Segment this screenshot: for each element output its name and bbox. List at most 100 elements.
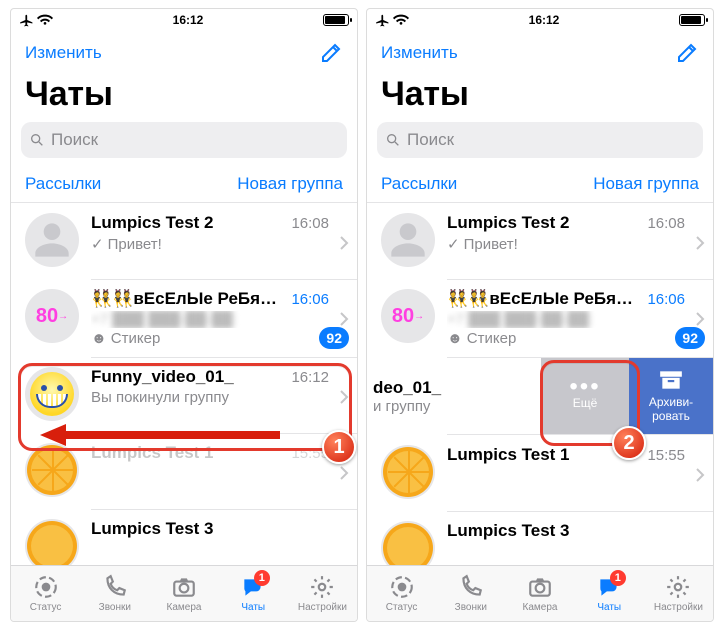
status-time: 16:12 — [173, 13, 204, 27]
sticker-icon: ☻ — [91, 330, 107, 347]
battery-icon — [679, 14, 705, 26]
screenshot-right: 16:12 Изменить Чаты Рассылки Новая групп… — [366, 8, 714, 622]
sent-tick-icon: ✓ — [91, 235, 104, 253]
wifi-icon — [393, 14, 409, 26]
sticker-icon: ☻ — [447, 330, 463, 347]
chat-time: 16:08 — [647, 215, 685, 232]
edit-button[interactable]: Изменить — [381, 43, 458, 63]
airplane-mode-icon — [19, 13, 33, 27]
tab-calls[interactable]: Звонки — [436, 566, 505, 621]
chat-time: 15:55 — [647, 447, 685, 464]
search-icon — [29, 132, 45, 148]
chat-row[interactable]: Funny_video_01_ 16:12 Вы покинули группу — [11, 357, 357, 433]
tab-camera[interactable]: Камера — [149, 566, 218, 621]
new-group-link[interactable]: Новая группа — [593, 174, 699, 194]
chat-row[interactable]: 80→ 👯👯вЕсЕлЫе РеБя… 16:06 +7 ███ ███-██-… — [367, 279, 713, 357]
avatar — [25, 443, 79, 497]
chat-title: 👯👯вЕсЕлЫе РеБя… — [91, 289, 277, 309]
tab-label: Настройки — [298, 602, 347, 613]
chat-row-swiped[interactable]: deo_01_ и группу ••• Ещё Архиви- ровать — [367, 358, 713, 434]
chat-row[interactable]: Lumpics Test 2 16:08 ✓ Привет! — [11, 203, 357, 279]
sent-tick-icon: ✓ — [447, 235, 460, 253]
tab-label: Чаты — [597, 602, 621, 613]
chat-time: 16:06 — [647, 291, 685, 308]
chat-preview: Стикер — [467, 330, 517, 347]
avatar — [381, 213, 435, 267]
wifi-icon — [37, 14, 53, 26]
chevron-right-icon — [339, 311, 349, 332]
tab-bar: Статус Звонки Камера Чаты 1 Настройки — [367, 565, 713, 621]
tab-label: Звонки — [455, 602, 487, 613]
airplane-mode-icon — [375, 13, 389, 27]
chat-title: Funny_video_01_ — [91, 367, 234, 387]
tab-status[interactable]: Статус — [367, 566, 436, 621]
archive-icon — [658, 369, 684, 391]
status-time: 16:12 — [529, 13, 560, 27]
tab-label: Камера — [523, 602, 558, 613]
chat-title: Lumpics Test 2 — [447, 213, 570, 233]
tab-settings[interactable]: Настройки — [288, 566, 357, 621]
action-label-2: ровать — [652, 409, 690, 423]
chevron-right-icon — [695, 467, 705, 488]
tab-calls[interactable]: Звонки — [80, 566, 149, 621]
nav-bar: Изменить — [11, 31, 357, 75]
broadcasts-link[interactable]: Рассылки — [381, 174, 457, 194]
chat-preview: Привет! — [108, 236, 162, 253]
chat-title: Lumpics Test 1 — [91, 443, 214, 463]
chat-row[interactable]: Lumpics Test 1 15:55 — [11, 433, 357, 509]
annotation-badge-2: 2 — [612, 426, 646, 460]
action-label-1: Архиви- — [649, 395, 693, 409]
tab-chats[interactable]: Чаты 1 — [575, 566, 644, 621]
compose-icon[interactable] — [675, 41, 699, 65]
tab-chats[interactable]: Чаты 1 — [219, 566, 288, 621]
chat-phone: +7 ███ ███-██-██: — [447, 311, 593, 328]
new-group-link[interactable]: Новая группа — [237, 174, 343, 194]
chat-list: Lumpics Test 2 16:08 ✓ Привет! 80→ — [11, 203, 357, 583]
chevron-right-icon — [339, 465, 349, 486]
search-input[interactable] — [21, 122, 347, 158]
chat-row[interactable]: Lumpics Test 1 15:55 — [367, 435, 713, 511]
swipe-action-archive[interactable]: Архиви- ровать — [629, 358, 713, 434]
tab-status[interactable]: Статус — [11, 566, 80, 621]
avatar: 80→ — [25, 289, 79, 343]
chat-preview: и группу — [373, 398, 487, 415]
search-icon — [385, 132, 401, 148]
tab-settings[interactable]: Настройки — [644, 566, 713, 621]
tab-label: Камера — [167, 602, 202, 613]
status-bar: 16:12 — [11, 9, 357, 31]
tab-badge: 1 — [610, 570, 626, 586]
chevron-right-icon — [339, 235, 349, 256]
avatar — [25, 213, 79, 267]
chevron-right-icon — [695, 311, 705, 332]
broadcasts-link[interactable]: Рассылки — [25, 174, 101, 194]
action-label: Ещё — [573, 396, 598, 410]
chevron-right-icon — [695, 235, 705, 256]
search-field[interactable] — [51, 130, 339, 150]
avatar — [381, 445, 435, 499]
screenshot-left: 16:12 Изменить Чаты Рассылки Новая групп… — [10, 8, 358, 622]
sub-nav: Рассылки Новая группа — [11, 168, 357, 203]
compose-icon[interactable] — [319, 41, 343, 65]
status-bar: 16:12 — [367, 9, 713, 31]
tab-badge: 1 — [254, 570, 270, 586]
page-title: Чаты — [11, 75, 357, 120]
swipe-action-more[interactable]: ••• Ещё — [541, 358, 629, 434]
search-input[interactable] — [377, 122, 703, 158]
chat-preview: Вы покинули группу — [91, 389, 229, 406]
sub-nav: Рассылки Новая группа — [367, 168, 713, 203]
chat-title: deo_01_ — [373, 378, 487, 398]
chat-time: 16:12 — [291, 369, 329, 386]
chat-row[interactable]: 80→ 👯👯вЕсЕлЫе РеБя… 16:06 +7 ███ ███-██-… — [11, 279, 357, 357]
edit-button[interactable]: Изменить — [25, 43, 102, 63]
annotation-badge-1: 1 — [322, 430, 356, 464]
ellipsis-icon: ••• — [569, 382, 600, 392]
chat-time: 16:06 — [291, 291, 329, 308]
chat-row[interactable]: Lumpics Test 2 16:08 ✓ Привет! — [367, 203, 713, 279]
page-title: Чаты — [367, 75, 713, 120]
chat-preview: Привет! — [464, 236, 518, 253]
search-field[interactable] — [407, 130, 695, 150]
tab-label: Статус — [386, 602, 418, 613]
tab-camera[interactable]: Камера — [505, 566, 574, 621]
chevron-right-icon — [339, 389, 349, 410]
chat-title: Lumpics Test 1 — [447, 445, 570, 465]
